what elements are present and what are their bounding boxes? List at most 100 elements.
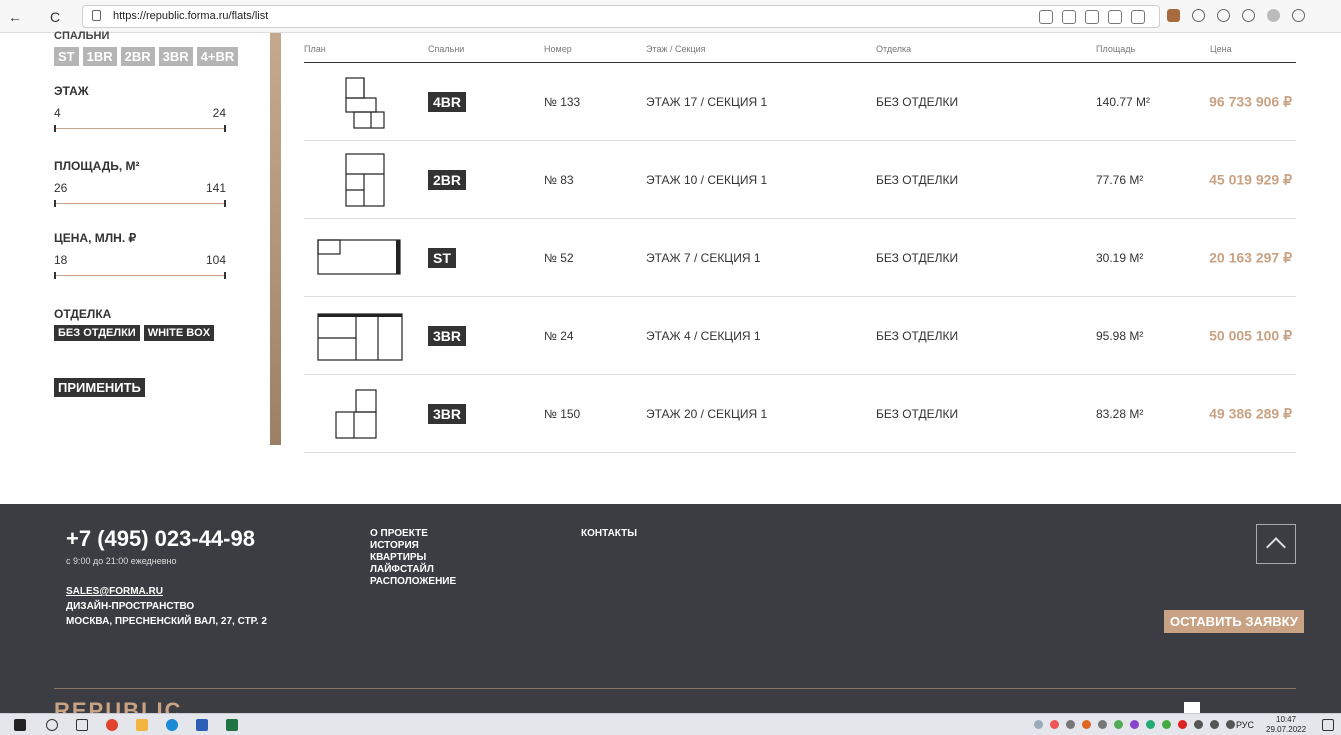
back-button[interactable]: ← xyxy=(8,9,22,25)
footer-link-lifestyle[interactable]: ЛАЙФСТАЙЛ xyxy=(370,564,456,576)
chrome-icon[interactable] xyxy=(106,719,118,731)
network-icon[interactable] xyxy=(1226,720,1235,729)
table-row[interactable]: 2BR № 83 ЭТАЖ 10 / СЕКЦИЯ 1 БЕЗ ОТДЕЛКИ … xyxy=(304,141,1296,219)
price-min: 18 xyxy=(54,253,68,267)
flat-area: 30.19 М² xyxy=(1096,250,1144,265)
flat-price: 49 386 289 ₽ xyxy=(1209,405,1292,421)
collections-icon[interactable] xyxy=(1242,9,1255,22)
bedroom-badge: 3BR xyxy=(428,325,467,346)
more-icon[interactable] xyxy=(1292,9,1305,22)
table-row[interactable]: 4BR № 133 ЭТАЖ 17 / СЕКЦИЯ 1 БЕЗ ОТДЕЛКИ… xyxy=(304,63,1296,141)
refresh-extension-icon[interactable] xyxy=(1192,9,1205,22)
flat-number: № 83 xyxy=(544,172,574,187)
header-floor: Этаж / Секция xyxy=(646,44,706,54)
bedroom-badge: ST xyxy=(428,247,456,268)
search-icon[interactable] xyxy=(46,719,58,731)
extension-icon[interactable] xyxy=(1167,9,1180,22)
flat-floor: ЭТАЖ 17 / СЕКЦИЯ 1 xyxy=(646,94,768,109)
area-slider[interactable] xyxy=(54,200,226,207)
email-link[interactable]: SALES@FORMA.RU xyxy=(66,586,163,597)
table-row[interactable]: ST № 52 ЭТАЖ 7 / СЕКЦИЯ 1 БЕЗ ОТДЕЛКИ 30… xyxy=(304,219,1296,297)
reader-icon[interactable] xyxy=(1039,10,1053,24)
header-bedrooms: Спальни xyxy=(428,44,465,54)
tray-icon-7[interactable] xyxy=(1130,720,1139,729)
task-view-icon[interactable] xyxy=(76,719,88,731)
header-price: Цена xyxy=(1210,44,1232,54)
favorite-star-icon[interactable] xyxy=(1131,10,1145,24)
phone-number[interactable]: +7 (495) 023-44-98 xyxy=(66,526,255,552)
bedroom-option-st[interactable]: ST xyxy=(54,47,79,66)
tray-icon-3[interactable] xyxy=(1066,720,1075,729)
bedroom-filter: ST 1BR 2BR 3BR 4+BR xyxy=(54,47,239,66)
footer-link-history[interactable]: ИСТОРИЯ xyxy=(370,540,456,552)
flat-number: № 52 xyxy=(544,250,574,265)
bedroom-option-2br[interactable]: 2BR xyxy=(120,47,155,66)
footer-link-about[interactable]: О ПРОЕКТЕ xyxy=(370,528,456,540)
battery-icon[interactable] xyxy=(1194,720,1203,729)
word-icon[interactable] xyxy=(196,719,208,731)
header-plan: План xyxy=(304,44,326,54)
bedroom-badge: 2BR xyxy=(428,169,467,190)
flat-finish: БЕЗ ОТДЕЛКИ xyxy=(876,172,959,187)
footer-link-contacts[interactable]: КОНТАКТЫ xyxy=(581,528,637,539)
excel-icon[interactable] xyxy=(226,719,238,731)
table-row[interactable]: 3BR № 150 ЭТАЖ 20 / СЕКЦИЯ 1 БЕЗ ОТДЕЛКИ… xyxy=(304,375,1296,453)
table-row[interactable]: 3BR № 24 ЭТАЖ 4 / СЕКЦИЯ 1 БЕЗ ОТДЕЛКИ 9… xyxy=(304,297,1296,375)
scroll-up-button[interactable] xyxy=(1256,524,1296,564)
edge-icon[interactable] xyxy=(166,719,178,731)
favorites-icon[interactable] xyxy=(1217,9,1230,22)
tray-icon-8[interactable] xyxy=(1146,720,1155,729)
notifications-icon[interactable] xyxy=(1322,719,1334,731)
flat-floor: ЭТАЖ 10 / СЕКЦИЯ 1 xyxy=(646,172,768,187)
tray-icon-1[interactable] xyxy=(1034,720,1043,729)
tray-icon-5[interactable] xyxy=(1098,720,1107,729)
zoom-icon[interactable] xyxy=(1108,10,1122,24)
refresh-button[interactable]: C xyxy=(50,9,60,25)
area-min: 26 xyxy=(54,181,68,195)
floor-plan-image xyxy=(317,238,401,275)
language-indicator[interactable]: РУС xyxy=(1236,720,1254,730)
bedroom-option-3br[interactable]: 3BR xyxy=(158,47,193,66)
volume-icon[interactable] xyxy=(1210,720,1219,729)
footer-divider xyxy=(54,688,1296,689)
republic-logo: REPUBLIC xyxy=(54,698,183,713)
finish-option-whitebox[interactable]: WHITE BOX xyxy=(143,325,215,341)
flat-finish: БЕЗ ОТДЕЛКИ xyxy=(876,94,959,109)
header-number: Номер xyxy=(544,44,572,54)
bedroom-option-1br[interactable]: 1BR xyxy=(82,47,117,66)
windows-start-icon[interactable] xyxy=(14,719,26,731)
finish-label: ОТДЕЛКА xyxy=(54,307,112,321)
bedroom-option-4br[interactable]: 4+BR xyxy=(196,47,239,66)
address-bar[interactable]: https://republic.forma.ru/flats/list xyxy=(82,5,1160,28)
footer-link-location[interactable]: РАСПОЛОЖЕНИЕ xyxy=(370,576,456,588)
clock[interactable]: 10:47 29.07.2022 xyxy=(1266,715,1306,735)
area-label: ПЛОЩАДЬ, М² xyxy=(54,159,140,173)
price-slider[interactable] xyxy=(54,272,226,279)
read-aloud-icon[interactable] xyxy=(1085,10,1099,24)
tray-icon-4[interactable] xyxy=(1082,720,1091,729)
finish-option-none[interactable]: БЕЗ ОТДЕЛКИ xyxy=(54,325,140,341)
request-button[interactable]: ОСТАВИТЬ ЗАЯВКУ xyxy=(1164,610,1304,633)
floor-plan-image xyxy=(345,76,385,129)
flat-price: 45 019 929 ₽ xyxy=(1209,171,1292,187)
price-range: ЦЕНА, МЛН. ₽ 18 104 xyxy=(54,231,226,279)
tray-icon-10[interactable] xyxy=(1178,720,1187,729)
tray-icon-2[interactable] xyxy=(1050,720,1059,729)
tray-icon-6[interactable] xyxy=(1114,720,1123,729)
floor-slider[interactable] xyxy=(54,125,226,132)
price-label: ЦЕНА, МЛН. ₽ xyxy=(54,231,137,245)
apply-button[interactable]: ПРИМЕНИТЬ xyxy=(54,378,145,397)
flat-area: 140.77 М² xyxy=(1096,94,1151,109)
address-line-1: ДИЗАЙН-ПРОСТРАНСТВО xyxy=(66,601,195,612)
grid-icon[interactable] xyxy=(1062,10,1076,24)
bedroom-badge: 3BR xyxy=(428,403,467,424)
tray-icon-9[interactable] xyxy=(1162,720,1171,729)
floor-plan-image xyxy=(317,312,403,361)
file-explorer-icon[interactable] xyxy=(136,719,148,731)
flat-floor: ЭТАЖ 7 / СЕКЦИЯ 1 xyxy=(646,250,761,265)
footer-link-flats[interactable]: КВАРТИРЫ xyxy=(370,552,456,564)
address-line-2: МОСКВА, ПРЕСНЕНСКИЙ ВАЛ, 27, СТР. 2 xyxy=(66,616,267,627)
profile-avatar[interactable] xyxy=(1267,9,1280,22)
bedroom-badge: 4BR xyxy=(428,91,467,112)
flat-finish: БЕЗ ОТДЕЛКИ xyxy=(876,328,959,343)
